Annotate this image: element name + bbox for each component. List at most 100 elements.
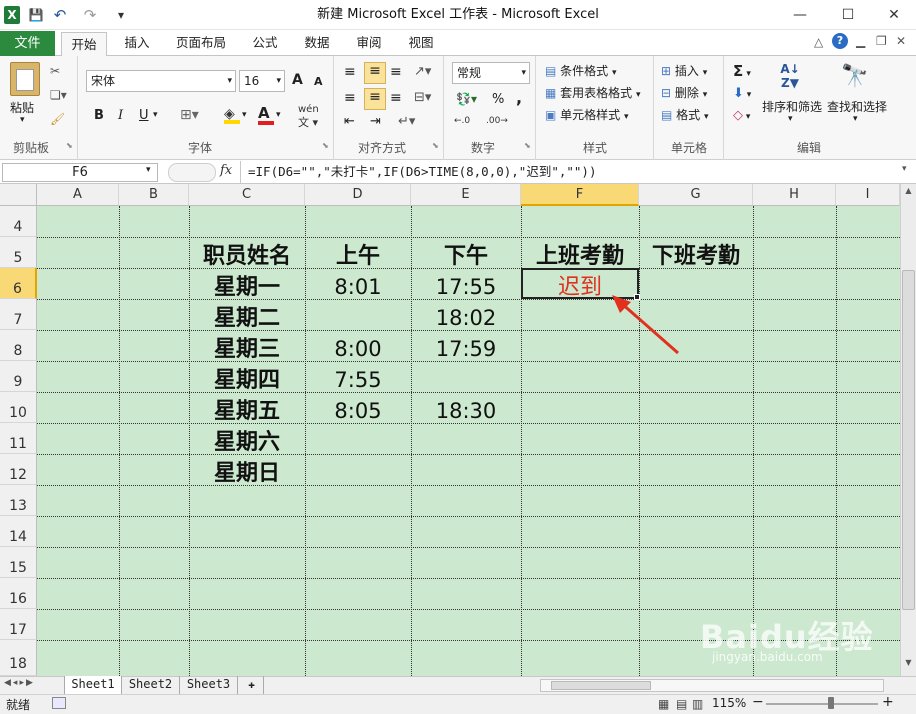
- row-header-4[interactable]: 4: [0, 206, 37, 237]
- row-header-7[interactable]: 7: [0, 299, 37, 330]
- column-header-a[interactable]: A: [37, 184, 119, 206]
- header-employee-name[interactable]: 职员姓名: [189, 237, 305, 269]
- cell-day[interactable]: 星期二: [189, 299, 305, 331]
- comma-button[interactable]: ,: [516, 88, 522, 107]
- wrap-text-icon[interactable]: ↵▾: [398, 114, 415, 129]
- cell-day[interactable]: 星期日: [189, 454, 305, 486]
- currency-icon[interactable]: 💱▾: [456, 92, 477, 106]
- row-header-15[interactable]: 15: [0, 547, 37, 578]
- macro-record-icon[interactable]: [52, 697, 66, 709]
- format-painter-icon[interactable]: 🖌: [50, 112, 65, 126]
- conditional-format-button[interactable]: ▤ 条件格式 ▾: [545, 62, 617, 79]
- save-icon[interactable]: 💾: [28, 6, 44, 24]
- orientation-icon[interactable]: ↗▾: [414, 64, 431, 79]
- tab-formulas[interactable]: 公式: [246, 30, 284, 56]
- customize-qat-icon[interactable]: ▾: [116, 6, 126, 24]
- doc-close-icon[interactable]: ✕: [896, 34, 906, 48]
- number-launcher-icon[interactable]: ⬊: [524, 141, 531, 150]
- row-header-6[interactable]: 6: [0, 268, 37, 299]
- clear-icon[interactable]: ◇ ▾: [733, 108, 750, 123]
- row-header-11[interactable]: 11: [0, 423, 37, 454]
- zoom-slider-track[interactable]: [766, 703, 878, 705]
- align-middle-icon[interactable]: ≡: [364, 62, 386, 84]
- row-header-9[interactable]: 9: [0, 361, 37, 392]
- percent-button[interactable]: %: [492, 92, 504, 107]
- grow-font-icon[interactable]: A: [292, 72, 303, 88]
- vertical-scroll-thumb[interactable]: [902, 270, 915, 610]
- minimize-button[interactable]: —: [778, 0, 822, 30]
- cell-afternoon-time[interactable]: 17:59: [411, 330, 521, 361]
- align-left-icon[interactable]: ≡: [344, 90, 356, 106]
- align-center-icon[interactable]: ≡: [364, 88, 386, 110]
- tab-page-layout[interactable]: 页面布局: [170, 30, 232, 56]
- view-layout-icon[interactable]: ▤: [676, 697, 687, 711]
- fill-icon[interactable]: ⬇ ▾: [733, 86, 751, 101]
- tab-home[interactable]: 开始: [61, 32, 107, 57]
- clipboard-launcher-icon[interactable]: ⬊: [66, 141, 73, 150]
- column-header-g[interactable]: G: [639, 184, 753, 206]
- column-header-b[interactable]: B: [119, 184, 189, 206]
- cell-afternoon-time[interactable]: 17:55: [411, 268, 521, 299]
- align-right-icon[interactable]: ≡: [390, 90, 402, 106]
- doc-restore-icon[interactable]: ❐: [876, 34, 887, 48]
- cut-icon[interactable]: ✂: [50, 64, 60, 78]
- cell-day[interactable]: 星期一: [189, 268, 305, 300]
- column-header-c[interactable]: C: [189, 184, 305, 206]
- tab-file[interactable]: 文件: [0, 31, 55, 56]
- sheet-tab-1[interactable]: Sheet1: [64, 676, 122, 694]
- sheet-nav-icons[interactable]: ◀◂▸▶: [4, 678, 35, 688]
- column-header-d[interactable]: D: [305, 184, 411, 206]
- shrink-font-icon[interactable]: A: [314, 75, 323, 88]
- format-as-table-button[interactable]: ▦ 套用表格格式 ▾: [545, 84, 641, 101]
- view-pagebreak-icon[interactable]: ▥: [692, 697, 703, 711]
- formula-input[interactable]: =IF(D6="","未打卡",IF(D6>TIME(8,0,0),"迟到","…: [248, 162, 596, 182]
- font-name-select[interactable]: 宋体 ▾: [86, 70, 236, 92]
- name-box-dropdown-icon[interactable]: ▾: [146, 165, 151, 175]
- zoom-level[interactable]: 115%: [712, 696, 746, 710]
- sheet-tab-3[interactable]: Sheet3: [180, 676, 238, 694]
- close-button[interactable]: ✕: [872, 0, 916, 30]
- find-select-icon[interactable]: 🔭: [840, 62, 870, 92]
- help-icon[interactable]: ?: [832, 33, 848, 49]
- tab-data[interactable]: 数据: [298, 30, 336, 56]
- decrease-decimal-button[interactable]: .00→: [486, 116, 508, 126]
- column-header-i[interactable]: I: [836, 184, 900, 206]
- vertical-scrollbar[interactable]: ▲ ▼: [900, 184, 916, 676]
- insert-sheet-icon[interactable]: ✚: [240, 676, 264, 694]
- underline-button[interactable]: U: [139, 108, 149, 123]
- doc-minimize-icon[interactable]: ▁: [856, 34, 865, 48]
- cell-day[interactable]: 星期六: [189, 423, 305, 455]
- decrease-indent-icon[interactable]: ⇤: [344, 114, 355, 129]
- cell-afternoon-time[interactable]: 18:02: [411, 299, 521, 330]
- row-header-12[interactable]: 12: [0, 454, 37, 485]
- header-afternoon[interactable]: 下午: [411, 237, 521, 269]
- tab-view[interactable]: 视图: [402, 30, 440, 56]
- merge-center-icon[interactable]: ⊟▾: [414, 90, 431, 105]
- zoom-slider-thumb[interactable]: [828, 697, 834, 709]
- sheet-tab-2[interactable]: Sheet2: [122, 676, 180, 694]
- tab-insert[interactable]: 插入: [118, 30, 156, 56]
- align-top-icon[interactable]: ≡: [344, 64, 356, 80]
- fill-color-icon[interactable]: ◈: [224, 106, 240, 124]
- number-format-select[interactable]: 常规 ▾: [452, 62, 530, 84]
- row-header-5[interactable]: 5: [0, 237, 37, 268]
- font-size-select[interactable]: 16 ▾: [239, 70, 285, 92]
- font-launcher-icon[interactable]: ⬊: [322, 141, 329, 150]
- delete-cells-button[interactable]: ⊟ 删除 ▾: [661, 84, 707, 101]
- sort-filter-button[interactable]: 排序和筛选: [762, 98, 822, 115]
- italic-button[interactable]: I: [118, 108, 123, 123]
- cell-morning-time[interactable]: 8:01: [305, 268, 411, 299]
- row-header-14[interactable]: 14: [0, 516, 37, 547]
- tab-review[interactable]: 审阅: [350, 30, 388, 56]
- autosum-icon[interactable]: Σ ▾: [733, 62, 751, 80]
- row-header-16[interactable]: 16: [0, 578, 37, 609]
- cell-morning-time[interactable]: 8:05: [305, 392, 411, 423]
- increase-decimal-button[interactable]: ←.0: [454, 116, 470, 126]
- horizontal-scrollbar[interactable]: [540, 679, 884, 692]
- row-header-13[interactable]: 13: [0, 485, 37, 516]
- borders-icon[interactable]: ⊞▾: [180, 107, 199, 123]
- cell-morning-time[interactable]: 8:00: [305, 330, 411, 361]
- cell-day[interactable]: 星期四: [189, 361, 305, 393]
- format-cells-button[interactable]: ▤ 格式 ▾: [661, 106, 709, 123]
- cell-morning-time[interactable]: 7:55: [305, 361, 411, 392]
